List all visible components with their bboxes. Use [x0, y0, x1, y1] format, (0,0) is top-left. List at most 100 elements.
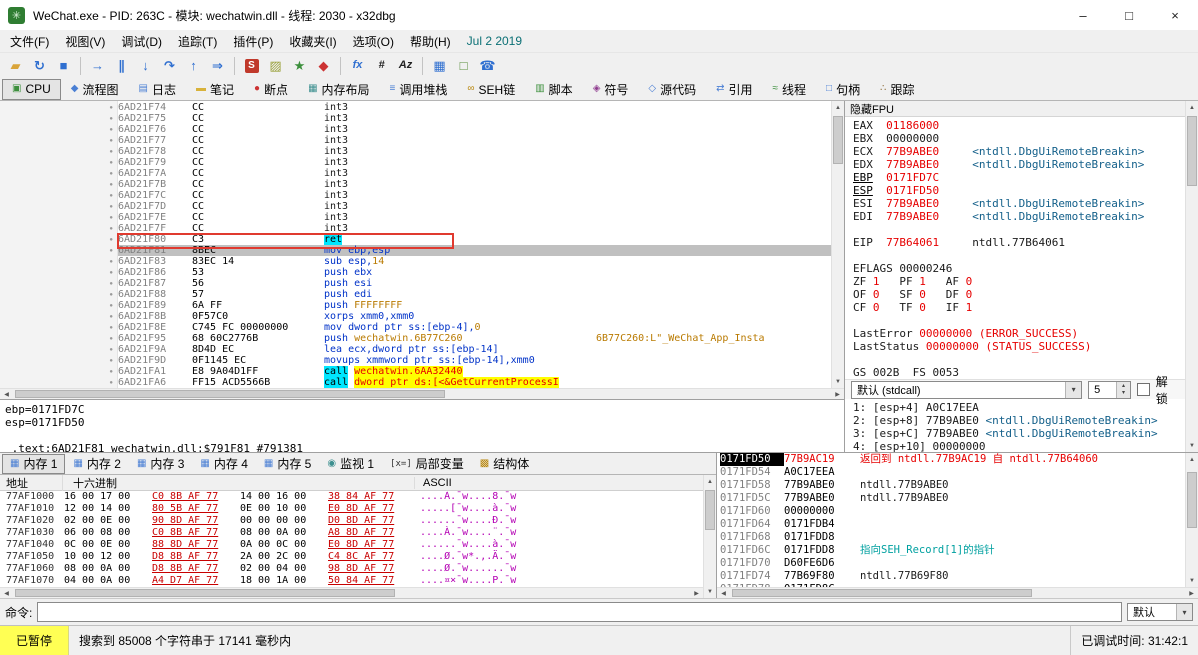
- scroll-up-arrow-icon[interactable]: ▲: [1186, 453, 1198, 466]
- scroll-thumb[interactable]: [833, 116, 843, 164]
- disasm-row[interactable]: 6AD21F8857push edi: [118, 289, 831, 300]
- hash-button[interactable]: #: [370, 55, 393, 77]
- scroll-down-arrow-icon[interactable]: ▼: [832, 375, 844, 388]
- command-input[interactable]: [37, 602, 1122, 622]
- scroll-up-arrow-icon[interactable]: ▲: [704, 475, 716, 488]
- argument-line[interactable]: 2: [esp+8] 77B9ABE0 <ntdll.DbgUiRemoteBr…: [853, 414, 1185, 427]
- argument-count-spinner[interactable]: 5 ▴▾: [1088, 381, 1131, 399]
- register-line[interactable]: EIP 77B64061 ntdll.77B64061: [853, 236, 1185, 249]
- dump-row[interactable]: 77AF100016 00 17 00C0 8B AF 7714 00 16 0…: [0, 491, 703, 503]
- maximize-button[interactable]: □: [1106, 0, 1152, 30]
- scroll-left-arrow-icon[interactable]: ◀: [0, 389, 13, 399]
- register-lines[interactable]: EAX 01186000EBX 00000000ECX 77B9ABE0 <nt…: [845, 117, 1185, 379]
- stop-button[interactable]: ■: [52, 55, 75, 77]
- disasm-row[interactable]: 6AD21F8383EC 14sub esp,14: [118, 256, 831, 267]
- tab-source[interactable]: ◇源代码: [638, 79, 706, 100]
- register-line[interactable]: ESP 0171FD50: [853, 184, 1185, 197]
- bottom-tab-watch1[interactable]: ◉监视 1: [319, 454, 382, 474]
- disasm-row[interactable]: 6AD21F9568 60C2776Bpush wechatwin.6B77C2…: [118, 333, 831, 344]
- scroll-track[interactable]: [730, 588, 1185, 598]
- register-line[interactable]: EFLAGS 00000246: [853, 262, 1185, 275]
- disasm-row[interactable]: 6AD21FA1E8 9A04D1FFcall wechatwin.6AA324…: [118, 366, 831, 377]
- stack-vertical-scrollbar[interactable]: ▲ ▼: [1185, 453, 1198, 587]
- tab-handles[interactable]: □句柄: [816, 79, 870, 100]
- disasm-row[interactable]: 6AD21F8EC745 FC 00000000mov dword ptr ss…: [118, 322, 831, 333]
- stack-row[interactable]: 0171FD5077B9AC19返回到 ntdll.77B9AC19 自 ntd…: [717, 453, 1185, 466]
- disasm-row[interactable]: 6AD21FA6FF15 ACD5566Bcall dword ptr ds:[…: [118, 377, 831, 388]
- step-over-button[interactable]: ↷: [158, 55, 181, 77]
- scroll-down-arrow-icon[interactable]: ▼: [704, 585, 716, 598]
- disasm-row[interactable]: 6AD21F8653push ebx: [118, 267, 831, 278]
- disasm-row[interactable]: 6AD21F8756push esi: [118, 278, 831, 289]
- register-line[interactable]: CF 0 TF 0 IF 1: [853, 301, 1185, 314]
- stack-row[interactable]: 0171FD5C77B9ABE0ntdll.77B9ABE0: [717, 492, 1185, 505]
- menu-item[interactable]: 收藏夹(I): [281, 33, 344, 50]
- scroll-thumb[interactable]: [15, 390, 445, 398]
- register-line[interactable]: [853, 223, 1185, 236]
- disasm-row[interactable]: 6AD21F9A8D4D EClea ecx,dword ptr ss:[ebp…: [118, 344, 831, 355]
- scroll-thumb[interactable]: [1187, 116, 1197, 186]
- stack-row[interactable]: 0171FD7477B69F80ntdll.77B69F80: [717, 570, 1185, 583]
- tab-trace[interactable]: ∴跟踪: [870, 79, 924, 100]
- scroll-right-arrow-icon[interactable]: ▶: [690, 588, 703, 598]
- scroll-track[interactable]: [13, 588, 690, 598]
- disassembly-horizontal-scrollbar[interactable]: ◀ ▶: [0, 388, 844, 399]
- stack-row[interactable]: 0171FD6C0171FDD8指向SEH_Record[1]的指针: [717, 544, 1185, 557]
- tab-call-stack[interactable]: ≡调用堆栈: [380, 79, 458, 100]
- dump-row[interactable]: 77AF107004 00 0A 00A4 D7 AF 7718 00 1A 0…: [0, 575, 703, 587]
- patches-button[interactable]: ▨: [264, 55, 287, 77]
- chevron-down-icon[interactable]: ▾: [1065, 382, 1081, 398]
- run-to-user-code-button[interactable]: ⇒: [206, 55, 229, 77]
- bottom-tab-locals[interactable]: [x=]局部变量: [382, 454, 472, 474]
- bottom-tab-dump4[interactable]: ▦内存 4: [192, 454, 255, 474]
- scroll-track[interactable]: [1186, 466, 1198, 574]
- run-button[interactable]: →: [86, 55, 109, 77]
- memory-map-tool-button[interactable]: ▦: [428, 55, 451, 77]
- tab-breakpoints[interactable]: ●断点: [244, 79, 298, 100]
- dump-row[interactable]: 77AF10400C 00 0E 0088 8D AF 770A 00 0C 0…: [0, 539, 703, 551]
- open-file-button[interactable]: ▰: [4, 55, 27, 77]
- hide-fpu-button[interactable]: 隐藏FPU: [845, 101, 1185, 117]
- register-line[interactable]: [853, 353, 1185, 366]
- menu-item[interactable]: 视图(V): [57, 33, 113, 50]
- menu-item[interactable]: 帮助(H): [402, 33, 459, 50]
- dump-header-ascii[interactable]: ASCII: [414, 477, 452, 489]
- disasm-row[interactable]: 6AD21F8B0F57C0xorps xmm0,xmm0: [118, 311, 831, 322]
- close-button[interactable]: ×: [1152, 0, 1198, 30]
- virus-shield-button[interactable]: ◆: [312, 55, 335, 77]
- register-line[interactable]: EDI 77B9ABE0 <ntdll.DbgUiRemoteBreakin>: [853, 210, 1185, 223]
- register-line[interactable]: EBP 0171FD7C: [853, 171, 1185, 184]
- dump-header-hex[interactable]: 十六进制: [62, 475, 414, 491]
- tab-graph[interactable]: ◆流程图: [61, 79, 129, 100]
- stack-row[interactable]: 0171FD54A0C17EEA: [717, 466, 1185, 479]
- bottom-tab-dump1[interactable]: ▦内存 1: [2, 454, 65, 474]
- disasm-row[interactable]: 6AD21F7ACCint3: [118, 168, 831, 179]
- scroll-thumb[interactable]: [15, 589, 395, 597]
- scroll-up-arrow-icon[interactable]: ▲: [1186, 101, 1198, 114]
- argument-line[interactable]: 1: [esp+4] A0C17EEA: [853, 401, 1185, 414]
- scroll-right-arrow-icon[interactable]: ▶: [831, 389, 844, 399]
- disasm-row[interactable]: 6AD21F78CCint3: [118, 146, 831, 157]
- stack-row[interactable]: 0171FD5877B9ABE0ntdll.77B9ABE0: [717, 479, 1185, 492]
- tab-cpu[interactable]: ▣CPU: [2, 79, 61, 100]
- step-into-button[interactable]: ↓: [134, 55, 157, 77]
- disassembly-vertical-scrollbar[interactable]: ▲ ▼: [831, 101, 844, 388]
- register-line[interactable]: [853, 249, 1185, 262]
- scylla-button[interactable]: S: [240, 55, 263, 77]
- chevron-down-icon[interactable]: ▾: [1176, 604, 1192, 620]
- register-line[interactable]: EBX 00000000: [853, 132, 1185, 145]
- restart-button[interactable]: ↻: [28, 55, 51, 77]
- dump-view[interactable]: 地址 十六进制 ASCII 77AF100016 00 17 00C0 8B A…: [0, 475, 703, 598]
- scroll-left-arrow-icon[interactable]: ◀: [0, 588, 13, 598]
- bottom-tab-dump3[interactable]: ▦内存 3: [129, 454, 192, 474]
- disasm-row[interactable]: 6AD21F896A FFpush FFFFFFFF: [118, 300, 831, 311]
- menu-item[interactable]: 追踪(T): [170, 33, 225, 50]
- scroll-thumb[interactable]: [705, 490, 715, 530]
- disasm-row[interactable]: 6AD21F7FCCint3: [118, 223, 831, 234]
- disasm-row[interactable]: 6AD21F74CCint3: [118, 102, 831, 113]
- dump-vertical-scrollbar[interactable]: ▲ ▼: [703, 475, 716, 598]
- argument-line[interactable]: 3: [esp+C] 77B9ABE0 <ntdll.DbgUiRemoteBr…: [853, 427, 1185, 440]
- register-line[interactable]: OF 0 SF 0 DF 0: [853, 288, 1185, 301]
- scroll-track[interactable]: [13, 389, 831, 399]
- unlock-checkbox[interactable]: [1137, 383, 1150, 396]
